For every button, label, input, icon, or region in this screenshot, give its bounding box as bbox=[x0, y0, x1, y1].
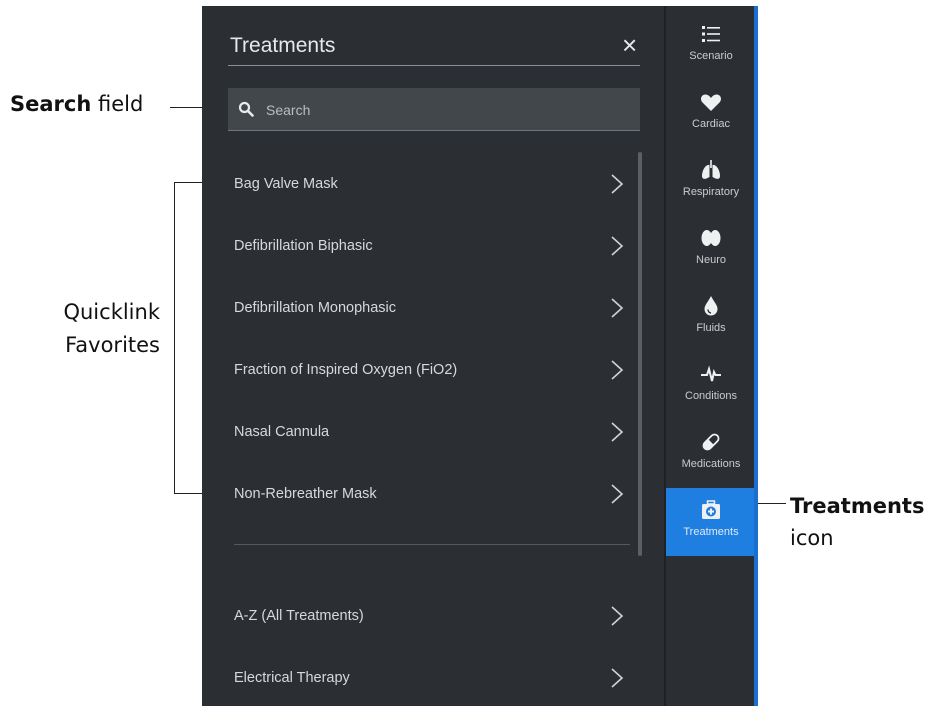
list-item-electrical-therapy[interactable]: Electrical Therapy bbox=[202, 648, 642, 710]
treatments-panel: Treatments × Bag Valve Mask Defibrillati… bbox=[202, 6, 664, 706]
nav-label: Cardiac bbox=[692, 118, 730, 130]
search-field[interactable] bbox=[228, 88, 640, 131]
nav-item-fluids[interactable]: Fluids bbox=[666, 284, 756, 352]
list-item-label: Fraction of Inspired Oxygen (FiO2) bbox=[234, 362, 458, 378]
nav-item-respiratory[interactable]: Respiratory bbox=[666, 148, 756, 216]
nav-item-cardiac[interactable]: Cardiac bbox=[666, 80, 756, 148]
nav-item-medications[interactable]: Medications bbox=[666, 420, 756, 488]
medkit-icon bbox=[702, 500, 720, 519]
close-button[interactable]: × bbox=[622, 32, 637, 58]
nav-item-neuro[interactable]: Neuro bbox=[666, 216, 756, 284]
list-item-all-treatments[interactable]: A-Z (All Treatments) bbox=[202, 586, 642, 648]
nav-label: Conditions bbox=[685, 390, 737, 402]
nav-label: Scenario bbox=[689, 50, 733, 62]
chevron-right-icon bbox=[611, 174, 624, 194]
list-item-label: Bag Valve Mask bbox=[234, 176, 338, 192]
list-item-label: Defibrillation Monophasic bbox=[234, 300, 396, 316]
quicklink-favorites-annotation: Quicklink Favorites bbox=[63, 300, 160, 357]
quicklink-bracket bbox=[174, 182, 175, 494]
search-icon bbox=[238, 101, 254, 117]
list-item-fio2[interactable]: Fraction of Inspired Oxygen (FiO2) bbox=[202, 340, 642, 402]
nav-label: Respiratory bbox=[682, 186, 740, 198]
chevron-right-icon bbox=[611, 298, 624, 318]
list-item-label: A-Z (All Treatments) bbox=[234, 608, 364, 624]
pill-icon bbox=[702, 433, 720, 451]
droplet-icon bbox=[704, 296, 718, 316]
search-input[interactable] bbox=[264, 97, 628, 123]
list-item-label: Non-Rebreather Mask bbox=[234, 486, 377, 502]
heart-icon bbox=[701, 94, 721, 111]
list-item-defibrillation-monophasic[interactable]: Defibrillation Monophasic bbox=[202, 278, 642, 340]
list-item-bag-valve-mask[interactable]: Bag Valve Mask bbox=[202, 154, 642, 216]
brain-icon bbox=[701, 230, 721, 246]
search-field-annotation: Search field bbox=[10, 92, 144, 116]
chevron-right-icon bbox=[611, 236, 624, 256]
nav-item-treatments[interactable]: Treatments bbox=[666, 488, 756, 556]
nav-label: Medications bbox=[681, 458, 741, 470]
nav-edge bbox=[754, 6, 758, 706]
title-divider bbox=[228, 65, 640, 66]
nav-label: Neuro bbox=[696, 254, 726, 266]
chevron-right-icon bbox=[611, 360, 624, 380]
pulse-icon bbox=[701, 365, 721, 382]
chevron-right-icon bbox=[611, 422, 624, 442]
list-item-nasal-cannula[interactable]: Nasal Cannula bbox=[202, 402, 642, 464]
nav-label: Treatments bbox=[683, 526, 739, 538]
list-item-defibrillation-biphasic[interactable]: Defibrillation Biphasic bbox=[202, 216, 642, 278]
treatments-icon-annotation: Treatments icon bbox=[790, 494, 925, 550]
nav-label: Fluids bbox=[696, 322, 726, 334]
nav-item-conditions[interactable]: Conditions bbox=[666, 352, 756, 420]
list-item-label: Nasal Cannula bbox=[234, 424, 330, 440]
list-item-label: Electrical Therapy bbox=[234, 670, 350, 686]
list-icon bbox=[702, 26, 720, 42]
chevron-right-icon bbox=[611, 668, 624, 688]
chevron-right-icon bbox=[611, 606, 624, 626]
lungs-icon bbox=[702, 160, 720, 179]
chevron-right-icon bbox=[611, 484, 624, 504]
list-item-label: Defibrillation Biphasic bbox=[234, 238, 373, 254]
list-item-non-rebreather-mask[interactable]: Non-Rebreather Mask bbox=[202, 464, 642, 526]
favorites-divider bbox=[234, 544, 630, 545]
nav-item-scenario[interactable]: Scenario bbox=[666, 12, 756, 80]
panel-title: Treatments bbox=[230, 34, 336, 57]
side-nav: Scenario Cardiac Respiratory Neuro Fluid… bbox=[664, 6, 756, 706]
